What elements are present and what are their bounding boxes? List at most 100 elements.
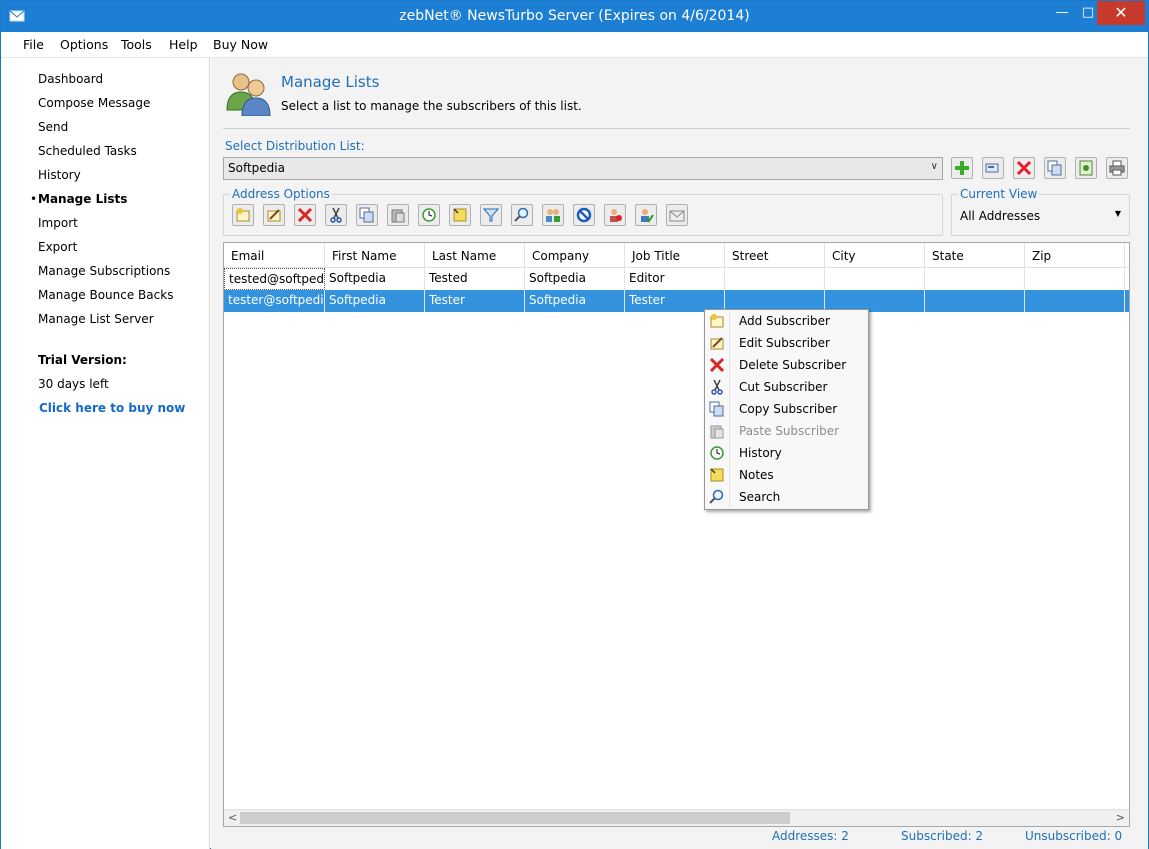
scroll-right-arrow[interactable]: > bbox=[1116, 811, 1125, 824]
sidebar-item-manage-bounce-backs[interactable]: Manage Bounce Backs bbox=[38, 288, 173, 302]
sidebar-item-history[interactable]: History bbox=[38, 168, 81, 182]
col-email[interactable]: Email bbox=[224, 243, 325, 268]
history-button[interactable] bbox=[418, 204, 440, 226]
paste-subscriber-button[interactable] bbox=[387, 204, 409, 226]
cell-last-name[interactable]: Tested bbox=[425, 268, 525, 290]
subscribers-grid[interactable]: Email First Name Last Name Company Job T… bbox=[223, 242, 1130, 827]
copy-list-button[interactable] bbox=[1044, 157, 1066, 179]
ctx-history[interactable]: History bbox=[705, 442, 868, 464]
ctx-search[interactable]: Search bbox=[705, 486, 868, 508]
delete-subscriber-button[interactable] bbox=[294, 204, 316, 226]
copy-subscriber-button[interactable] bbox=[356, 204, 378, 226]
scroll-left-arrow[interactable]: < bbox=[228, 811, 237, 824]
add-subscriber-button[interactable] bbox=[232, 204, 254, 226]
table-row[interactable]: tester@softpedi... Softpedia Tester Soft… bbox=[224, 290, 1129, 312]
ctx-copy-subscriber[interactable]: Copy Subscriber bbox=[705, 398, 868, 420]
sidebar-item-scheduled-tasks[interactable]: Scheduled Tasks bbox=[38, 144, 137, 158]
cell-job-title[interactable]: Editor bbox=[625, 268, 725, 290]
cell-zip[interactable] bbox=[1025, 268, 1125, 290]
sidebar-item-manage-lists[interactable]: Manage Lists bbox=[38, 192, 127, 206]
sidebar-item-import[interactable]: Import bbox=[38, 216, 78, 230]
list-properties-button[interactable] bbox=[1075, 157, 1097, 179]
cell-city[interactable] bbox=[825, 268, 925, 290]
print-list-button[interactable] bbox=[1106, 157, 1128, 179]
menu-options[interactable]: Options bbox=[60, 37, 108, 52]
current-view-select[interactable]: All Addresses bbox=[960, 209, 1040, 223]
ctx-delete-subscriber[interactable]: Delete Subscriber bbox=[705, 354, 868, 376]
menu-help[interactable]: Help bbox=[169, 37, 198, 52]
send-mail-button[interactable] bbox=[666, 204, 688, 226]
sidebar-item-manage-subscriptions[interactable]: Manage Subscriptions bbox=[38, 264, 170, 278]
menu-buy-now[interactable]: Buy Now bbox=[213, 37, 268, 52]
scissors-icon bbox=[330, 207, 342, 223]
col-street[interactable]: Street bbox=[725, 243, 825, 268]
list-settings-icon bbox=[1079, 160, 1093, 176]
cell-email[interactable]: tester@softpedi... bbox=[224, 290, 325, 312]
sidebar-item-manage-list-server[interactable]: Manage List Server bbox=[38, 312, 154, 326]
col-zip[interactable]: Zip bbox=[1025, 243, 1125, 268]
history-icon bbox=[710, 446, 724, 460]
table-row[interactable]: tested@softped... Softpedia Tested Softp… bbox=[224, 268, 1129, 290]
horizontal-scrollbar[interactable]: < > bbox=[224, 809, 1129, 826]
block-icon bbox=[576, 207, 592, 223]
ctx-item-label: Delete Subscriber bbox=[739, 358, 847, 372]
col-job-title[interactable]: Job Title bbox=[625, 243, 725, 268]
cell-first-name[interactable]: Softpedia bbox=[325, 290, 425, 312]
search-button[interactable] bbox=[511, 204, 533, 226]
menu-file[interactable]: File bbox=[23, 37, 44, 52]
unsubscribe-button[interactable] bbox=[604, 204, 626, 226]
ctx-paste-subscriber: Paste Subscriber bbox=[705, 420, 868, 442]
chevron-down-icon: ∨ bbox=[930, 161, 938, 172]
col-city[interactable]: City bbox=[825, 243, 925, 268]
col-company[interactable]: Company bbox=[525, 243, 625, 268]
sidebar-item-dashboard[interactable]: Dashboard bbox=[38, 72, 103, 86]
edit-list-button[interactable] bbox=[982, 157, 1004, 179]
delete-icon bbox=[297, 207, 313, 223]
plus-icon bbox=[955, 161, 969, 175]
buy-now-link[interactable]: Click here to buy now bbox=[39, 401, 185, 415]
cell-company[interactable]: Softpedia bbox=[525, 290, 625, 312]
add-list-button[interactable] bbox=[951, 157, 973, 179]
cell-first-name[interactable]: Softpedia bbox=[325, 268, 425, 290]
sidebar-item-send[interactable]: Send bbox=[38, 120, 68, 134]
filter-button[interactable] bbox=[480, 204, 502, 226]
dropdown-arrow-icon[interactable]: ▼ bbox=[1115, 209, 1121, 218]
group-subscribers-button[interactable] bbox=[542, 204, 564, 226]
col-first-name[interactable]: First Name bbox=[325, 243, 425, 268]
trial-version-label: Trial Version: bbox=[38, 353, 127, 367]
delete-list-button[interactable] bbox=[1013, 157, 1035, 179]
ctx-edit-subscriber[interactable]: Edit Subscriber bbox=[705, 332, 868, 354]
notes-button[interactable] bbox=[449, 204, 471, 226]
sidebar-item-export[interactable]: Export bbox=[38, 240, 77, 254]
distribution-list-select[interactable]: Softpedia ∨ bbox=[223, 157, 943, 180]
cell-state[interactable] bbox=[925, 290, 1025, 312]
menu-tools[interactable]: Tools bbox=[121, 37, 152, 52]
cut-subscriber-button[interactable] bbox=[325, 204, 347, 226]
current-view-label: Current View bbox=[958, 187, 1040, 201]
cell-zip[interactable] bbox=[1025, 290, 1125, 312]
cell-email[interactable]: tested@softped... bbox=[224, 268, 325, 290]
edit-subscriber-icon bbox=[267, 209, 281, 222]
cell-company[interactable]: Softpedia bbox=[525, 268, 625, 290]
scrollbar-thumb[interactable] bbox=[240, 812, 790, 824]
history-icon bbox=[422, 208, 436, 222]
cell-last-name[interactable]: Tester bbox=[425, 290, 525, 312]
col-state[interactable]: State bbox=[925, 243, 1025, 268]
close-button[interactable]: ✕ bbox=[1097, 1, 1145, 25]
sidebar-item-compose-message[interactable]: Compose Message bbox=[38, 96, 150, 110]
ctx-item-label: Copy Subscriber bbox=[739, 402, 838, 416]
ctx-cut-subscriber[interactable]: Cut Subscriber bbox=[705, 376, 868, 398]
col-last-name[interactable]: Last Name bbox=[425, 243, 525, 268]
ctx-item-label: History bbox=[739, 446, 782, 460]
cell-state[interactable] bbox=[925, 268, 1025, 290]
ctx-add-subscriber[interactable]: Add Subscriber bbox=[705, 310, 868, 332]
status-unsubscribed: Unsubscribed: 0 bbox=[1025, 829, 1123, 843]
edit-subscriber-button[interactable] bbox=[263, 204, 285, 226]
status-addresses: Addresses: 2 bbox=[772, 829, 849, 843]
ctx-notes[interactable]: Notes bbox=[705, 464, 868, 486]
filter-icon bbox=[482, 208, 500, 222]
cell-street[interactable] bbox=[725, 268, 825, 290]
block-button[interactable] bbox=[573, 204, 595, 226]
subscribe-button[interactable] bbox=[635, 204, 657, 226]
ctx-item-label: Cut Subscriber bbox=[739, 380, 828, 394]
